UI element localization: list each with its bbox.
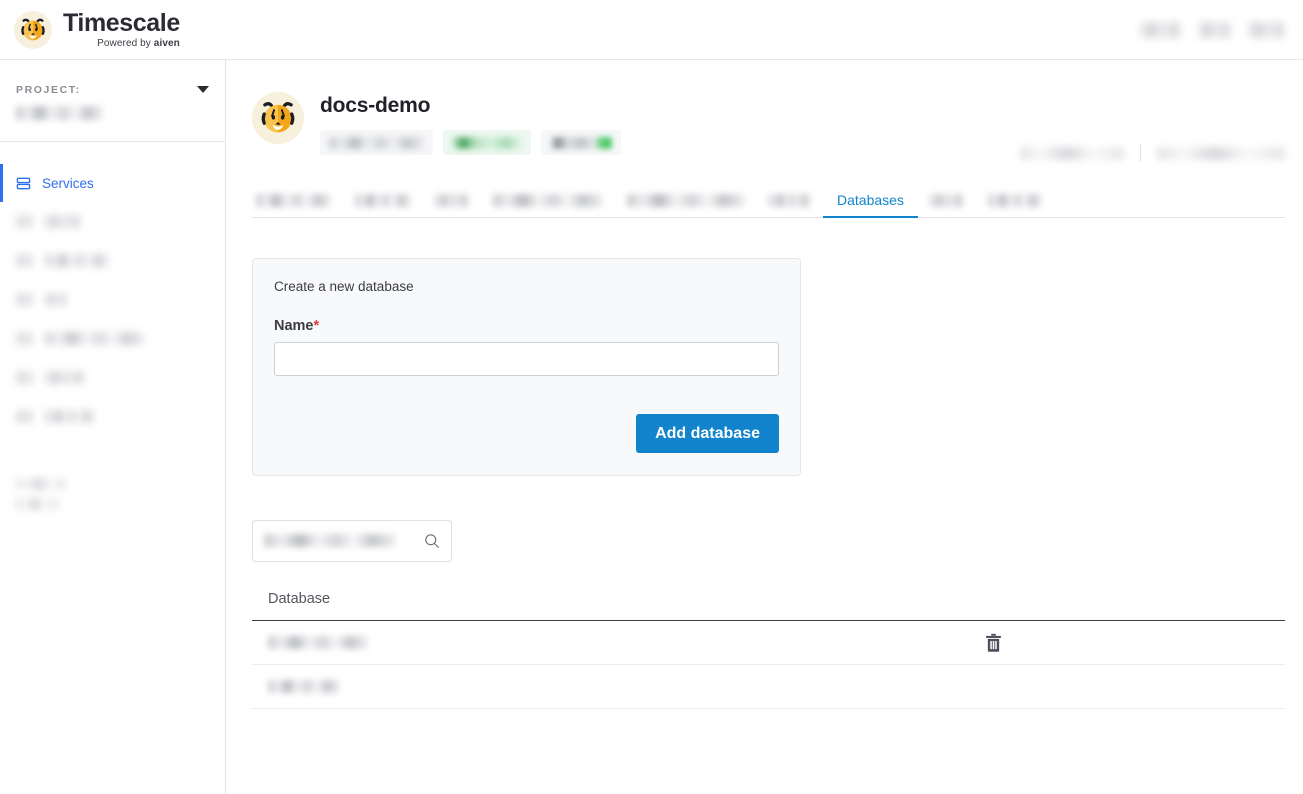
sidebar-footer-item-1[interactable] — [16, 478, 66, 490]
project-label: PROJECT: — [16, 84, 81, 96]
service-badge-plan — [320, 130, 433, 155]
sidebar-item-3-icon — [16, 254, 33, 267]
brand-text: Timescale Powered by aiven — [63, 8, 180, 49]
search-input[interactable] — [252, 520, 452, 562]
sidebar-footer-item-2[interactable] — [16, 498, 58, 510]
sidebar-item-5[interactable] — [0, 319, 225, 358]
tab-databases-label: Databases — [837, 192, 904, 208]
tiger-avatar-icon — [252, 92, 304, 144]
brand-tagline: Powered by aiven — [97, 37, 180, 49]
sidebar-item-4[interactable] — [0, 280, 225, 319]
topbar-item-3[interactable] — [1249, 21, 1285, 38]
database-name-label: Name* — [274, 318, 320, 334]
service-header: docs-demo — [226, 60, 1303, 162]
sidebar-subnav — [0, 202, 225, 436]
sidebar-item-6[interactable] — [0, 358, 225, 397]
tab-8[interactable] — [918, 183, 976, 217]
tab-6[interactable] — [757, 183, 823, 217]
sidebar-item-3[interactable] — [0, 241, 225, 280]
project-selector[interactable]: PROJECT: — [0, 60, 225, 142]
sidebar-item-7[interactable] — [0, 397, 225, 436]
sidebar-item-label-services: Services — [42, 175, 94, 191]
table-header-row: Database — [252, 590, 1285, 621]
required-marker: * — [313, 318, 320, 334]
sidebar: PROJECT: Services — [0, 60, 226, 794]
database-name-cell — [268, 678, 985, 696]
tab-2[interactable] — [343, 183, 423, 217]
tab-5[interactable] — [615, 183, 757, 217]
sidebar-item-5-label — [45, 332, 145, 345]
page-title: docs-demo — [320, 94, 431, 117]
database-row-actions — [985, 633, 1285, 652]
tab-4[interactable] — [481, 183, 615, 217]
brand-name: Timescale — [63, 8, 180, 37]
sidebar-item-2[interactable] — [0, 202, 225, 241]
topbar-item-1[interactable] — [1141, 21, 1181, 38]
top-bar: Timescale Powered by aiven — [0, 0, 1303, 60]
sidebar-item-6-label — [45, 371, 85, 384]
action-divider — [1140, 144, 1141, 162]
sidebar-item-services[interactable]: Services — [0, 164, 225, 202]
tab-databases[interactable]: Databases — [823, 183, 918, 218]
table-row[interactable] — [252, 665, 1285, 709]
search-placeholder — [264, 532, 424, 550]
service-action-2[interactable] — [1157, 146, 1285, 160]
top-bar-actions — [1141, 21, 1285, 38]
tiger-logo-icon — [14, 10, 52, 49]
sidebar-item-7-icon — [16, 410, 33, 423]
sidebar-item-4-icon — [16, 293, 33, 306]
database-name-input[interactable] — [274, 342, 779, 376]
table-row[interactable] — [252, 621, 1285, 665]
sidebar-item-5-icon — [16, 332, 33, 345]
search-icon[interactable] — [424, 533, 440, 549]
sidebar-item-2-label — [45, 215, 81, 228]
databases-table: Database — [252, 590, 1285, 709]
tab-1[interactable] — [252, 183, 343, 217]
create-database-title: Create a new database — [274, 279, 414, 294]
service-header-actions — [1020, 92, 1285, 162]
sidebar-nav: Services — [0, 142, 225, 510]
sidebar-item-2-icon — [16, 215, 33, 228]
sidebar-item-7-label — [45, 410, 95, 423]
create-database-footer: Add database — [274, 414, 779, 453]
sidebar-item-4-label — [45, 293, 67, 306]
main-content: docs-demo Databases Create a new databas… — [226, 60, 1303, 794]
add-database-button[interactable]: Add database — [636, 414, 779, 453]
sidebar-footer — [0, 478, 225, 510]
services-icon — [16, 176, 31, 191]
service-badge-node — [541, 130, 621, 155]
service-meta: docs-demo — [320, 92, 621, 155]
service-badge-status — [443, 130, 531, 155]
service-badges — [320, 130, 621, 155]
app-root: Timescale Powered by aiven PROJECT: Serv… — [0, 0, 1303, 794]
sidebar-item-6-icon — [16, 371, 33, 384]
chevron-down-icon — [197, 86, 209, 93]
service-tabs: Databases — [252, 184, 1285, 218]
tab-3[interactable] — [423, 183, 481, 217]
project-name — [16, 104, 209, 122]
create-database-card: Create a new database Name* Add database — [252, 258, 801, 476]
column-header-database: Database — [268, 591, 331, 607]
database-name-cell — [268, 634, 985, 652]
topbar-item-2[interactable] — [1199, 21, 1231, 38]
service-action-1[interactable] — [1020, 146, 1124, 160]
tab-9[interactable] — [976, 183, 1054, 217]
brand-logo[interactable]: Timescale Powered by aiven — [14, 8, 180, 49]
trash-icon[interactable] — [985, 633, 1002, 652]
sidebar-item-3-label — [45, 254, 109, 267]
